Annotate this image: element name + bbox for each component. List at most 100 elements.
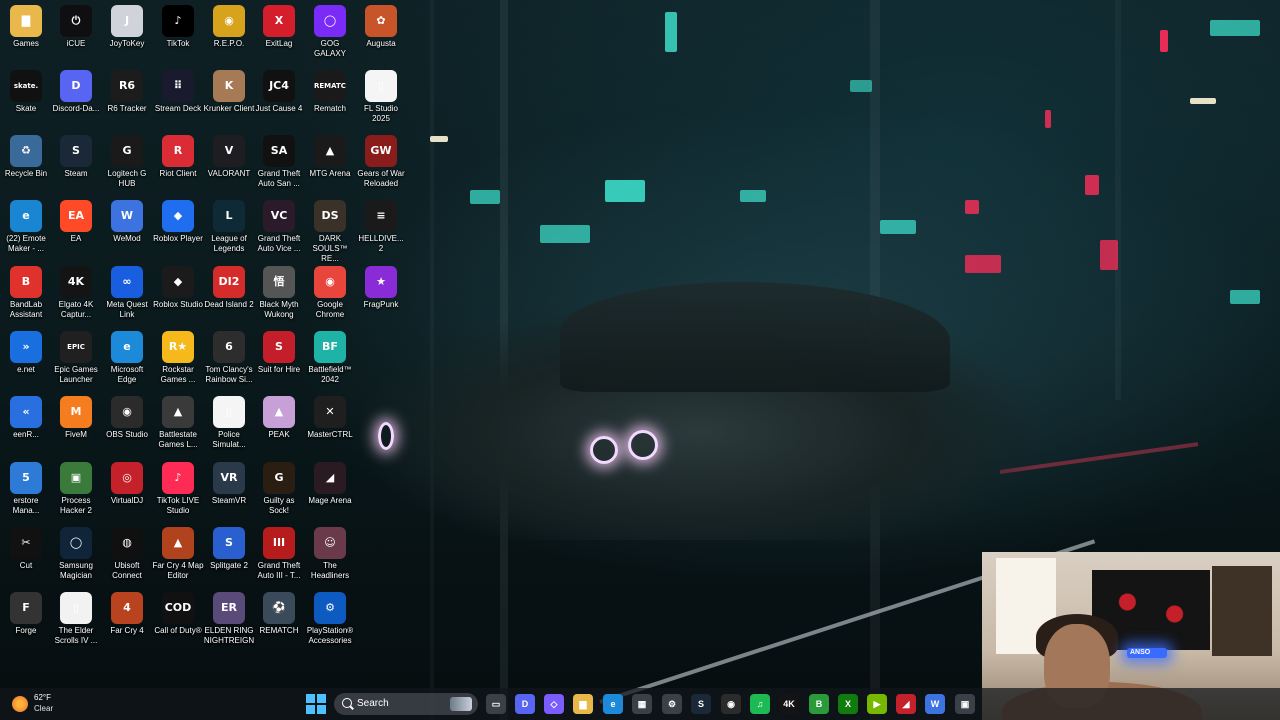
taskbar-nvidia-icon[interactable]: ▶ (867, 694, 887, 714)
desktop-icon[interactable]: « eenR... (0, 396, 52, 440)
desktop-icon[interactable]: COD Call of Duty® (152, 592, 204, 636)
desktop-icon[interactable]: skate. Skate (0, 70, 52, 114)
desktop-icon[interactable]: B BandLab Assistant (0, 266, 52, 320)
desktop-icon[interactable]: R Riot Client (152, 135, 204, 179)
desktop-icon[interactable]: F Forge (0, 592, 52, 636)
desktop-icon[interactable]: ∞ Meta Quest Link (101, 266, 153, 320)
weather-widget[interactable]: 62°F Clear (12, 692, 72, 716)
desktop-icon[interactable]: ▯ The Elder Scrolls IV ... (50, 592, 102, 646)
desktop-icon[interactable]: G Logitech G HUB (101, 135, 153, 189)
start-button[interactable] (306, 694, 326, 714)
desktop-icon[interactable]: GW Gears of War Reloaded (355, 135, 407, 189)
taskbar-file-explorer-icon[interactable]: ▆ (573, 694, 593, 714)
desktop-icon[interactable]: e Microsoft Edge (101, 331, 153, 385)
desktop-icon[interactable]: ≡ HELLDIVE... 2 (355, 200, 407, 254)
desktop-icon[interactable]: e (22) Emote Maker - ... (0, 200, 52, 254)
desktop-icon[interactable]: 5 erstore Mana... (0, 462, 52, 516)
desktop-icon[interactable]: VR SteamVR (203, 462, 255, 506)
desktop-icon[interactable]: ◉ Google Chrome (304, 266, 356, 320)
desktop-icon[interactable]: ☺ The Headliners (304, 527, 356, 581)
desktop-icon[interactable]: 6 Tom Clancy's Rainbow Si... (203, 331, 255, 385)
desktop-icon[interactable]: ◯ GOG GALAXY (304, 5, 356, 59)
desktop-icon[interactable]: ♪ TikTok LIVE Studio (152, 462, 204, 516)
desktop-icon[interactable]: J JoyToKey (101, 5, 153, 49)
desktop-icon[interactable]: ♪ TikTok (152, 5, 204, 49)
desktop-icon[interactable]: ◎ VirtualDJ (101, 462, 153, 506)
desktop-icon[interactable]: ◢ Mage Arena (304, 462, 356, 506)
taskbar-spotify-icon[interactable]: ♫ (750, 694, 770, 714)
desktop-icon[interactable]: X ExitLag (253, 5, 305, 49)
taskbar-wemod-icon[interactable]: W (925, 694, 945, 714)
desktop-icon-label: Call of Duty® (154, 626, 202, 635)
desktop-icon[interactable]: K Krunker Client (203, 70, 255, 114)
desktop-icon[interactable]: ⠿ Stream Deck (152, 70, 204, 114)
desktop-icon[interactable]: » e.net (0, 331, 52, 375)
desktop-icon[interactable]: ⚽ REMATCH (253, 592, 305, 636)
desktop-icon[interactable]: S Steam (50, 135, 102, 179)
desktop-icon[interactable]: G Guilty as Sock! (253, 462, 305, 516)
desktop-icon[interactable]: ▲ PEAK (253, 396, 305, 440)
taskbar-edge-icon[interactable]: e (603, 694, 623, 714)
desktop-icon[interactable]: L League of Legends (203, 200, 255, 254)
desktop-icon[interactable]: ⚙ PlayStation® Accessories (304, 592, 356, 646)
desktop-icon[interactable]: ▯ Police Simulat... (203, 396, 255, 450)
taskbar-xbox-icon[interactable]: X (838, 694, 858, 714)
desktop-icon[interactable]: S Suit for Hire (253, 331, 305, 375)
desktop-icon-label: e.net (17, 365, 35, 374)
desktop-icon[interactable]: ▲ Battlestate Games L... (152, 396, 204, 450)
desktop-icon[interactable]: ◆ Roblox Studio (152, 266, 204, 310)
taskbar-settings-icon[interactable]: ⚙ (662, 694, 682, 714)
desktop-icon[interactable]: ⏻ iCUE (50, 5, 102, 49)
desktop-icon[interactable]: S Splitgate 2 (203, 527, 255, 571)
desktop-icon[interactable]: DS DARK SOULS™ RE... (304, 200, 356, 264)
taskbar-store-icon[interactable]: ▦ (632, 694, 652, 714)
desktop-icon[interactable]: ◉ R.E.P.O. (203, 5, 255, 49)
taskbar-copilot-icon[interactable]: ◇ (544, 694, 564, 714)
desktop-icon[interactable]: ▲ Far Cry 4 Map Editor (152, 527, 204, 581)
desktop-icon[interactable]: ▯ FL Studio 2025 (355, 70, 407, 124)
taskbar-sandbox-icon[interactable]: ▣ (955, 694, 975, 714)
desktop-icon[interactable]: ◆ Roblox Player (152, 200, 204, 244)
desktop-icon[interactable]: D Discord-Da... (50, 70, 102, 114)
desktop-icon[interactable]: W WeMod (101, 200, 153, 244)
taskbar-task-view-icon[interactable]: ▭ (486, 694, 506, 714)
desktop-icon[interactable]: SA Grand Theft Auto San ... (253, 135, 305, 189)
desktop-icon[interactable]: R★ Rockstar Games ... (152, 331, 204, 385)
desktop-icon[interactable]: ✕ MasterCTRL (304, 396, 356, 440)
desktop-icon[interactable]: ER ELDEN RING NIGHTREIGN (203, 592, 255, 646)
desktop-icon[interactable]: EPIC Epic Games Launcher (50, 331, 102, 385)
app-icon: L (213, 200, 245, 232)
desktop-icon[interactable]: V VALORANT (203, 135, 255, 179)
taskbar-steam-icon[interactable]: S (691, 694, 711, 714)
taskbar-obs-icon[interactable]: ◉ (721, 694, 741, 714)
desktop-icon[interactable]: DI2 Dead Island 2 (203, 266, 255, 310)
desktop-icon[interactable]: R6 R6 Tracker (101, 70, 153, 114)
taskbar-bandlab-icon[interactable]: B (809, 694, 829, 714)
desktop-icon[interactable]: EA EA (50, 200, 102, 244)
desktop-icon[interactable]: ▣ Process Hacker 2 (50, 462, 102, 516)
desktop-icon[interactable]: 悟 Black Myth Wukong (253, 266, 305, 320)
desktop-icon[interactable]: 4 Far Cry 4 (101, 592, 153, 636)
desktop-icon[interactable]: ◉ OBS Studio (101, 396, 153, 440)
desktop-icon[interactable]: REMATCH Rematch (304, 70, 356, 114)
taskbar-discord-icon[interactable]: D (515, 694, 535, 714)
taskbar-elgato-icon[interactable]: 4K (779, 694, 799, 714)
desktop-icon[interactable]: 4K Elgato 4K Captur... (50, 266, 102, 320)
desktop-icon[interactable]: ◍ Ubisoft Connect (101, 527, 153, 581)
desktop-icon[interactable]: ▲ MTG Arena (304, 135, 356, 179)
desktop-icon[interactable]: ✿ Augusta (355, 5, 407, 49)
desktop-icon-label: Samsung Magician (59, 561, 93, 580)
desktop-icon[interactable]: VC Grand Theft Auto Vice ... (253, 200, 305, 254)
taskbar-search-box[interactable]: Search (334, 693, 478, 715)
desktop-icon[interactable]: ★ FragPunk (355, 266, 407, 310)
app-icon: skate. (10, 70, 42, 102)
desktop-icon[interactable]: III Grand Theft Auto III - T... (253, 527, 305, 581)
desktop-icon[interactable]: M FiveM (50, 396, 102, 440)
taskbar-msi-icon[interactable]: ◢ (896, 694, 916, 714)
desktop-icon[interactable]: JC4 Just Cause 4 (253, 70, 305, 114)
desktop-icon[interactable]: BF Battlefield™ 2042 (304, 331, 356, 385)
desktop-icon[interactable]: ◯ Samsung Magician (50, 527, 102, 581)
desktop-icon[interactable]: ▇ Games (0, 5, 52, 49)
desktop-icon[interactable]: ♻ Recycle Bin (0, 135, 52, 179)
desktop-icon[interactable]: ✂ Cut (0, 527, 52, 571)
